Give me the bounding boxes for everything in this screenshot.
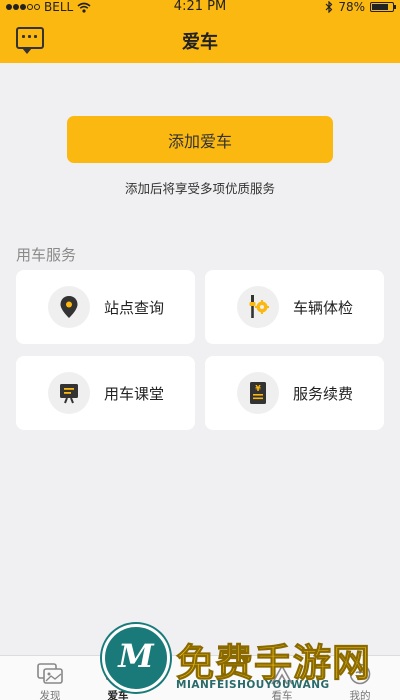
tab-label: 我的 [349, 690, 371, 700]
page-title: 爱车 [182, 32, 218, 53]
service-label: 服务续费 [293, 384, 354, 403]
tab-label: 爱车 [107, 690, 129, 700]
battery-icon [370, 2, 396, 12]
tab-profile[interactable]: 我的 [310, 656, 400, 700]
service-label: 车辆体检 [293, 298, 354, 317]
service-card-vehicle-inspection[interactable]: 车辆体检 [205, 270, 384, 344]
service-card-service-renewal[interactable]: ¥ 服务续费 [205, 356, 384, 430]
service-icon-circle [237, 286, 279, 328]
tab-bar: 发现 爱车 看车 我的 [0, 655, 400, 700]
service-card-station-query[interactable]: 站点查询 [16, 270, 195, 344]
bluetooth-icon [325, 1, 333, 13]
service-icon-circle [48, 286, 90, 328]
app-header: BELL 4:21 PM 78% 爱车 [0, 0, 400, 63]
profile-icon [349, 663, 371, 685]
tab-my-car[interactable]: 爱车 [68, 656, 168, 700]
service-icon-circle: ¥ [237, 372, 279, 414]
location-pin-icon [60, 296, 78, 318]
svg-text:¥: ¥ [255, 384, 261, 393]
service-label: 用车课堂 [104, 384, 165, 403]
add-car-button[interactable]: 添加爱车 [67, 116, 333, 163]
status-right: 78% [325, 0, 396, 14]
renewal-receipt-icon: ¥ [250, 382, 266, 404]
status-bar: BELL 4:21 PM 78% [0, 0, 400, 14]
view-car-icon [271, 664, 293, 685]
service-card-car-classroom[interactable]: 用车课堂 [16, 356, 195, 430]
battery-level [372, 4, 388, 10]
inspection-tools-icon [249, 295, 269, 318]
service-label: 站点查询 [104, 298, 165, 317]
battery-percent: 78% [338, 0, 365, 14]
classroom-board-icon [60, 384, 78, 404]
service-icon-circle [48, 372, 90, 414]
services-section-title: 用车服务 [16, 246, 77, 264]
car-icon [106, 669, 130, 684]
add-car-hint: 添加后将享受多项优质服务 [124, 181, 275, 196]
discover-icon [37, 663, 63, 684]
